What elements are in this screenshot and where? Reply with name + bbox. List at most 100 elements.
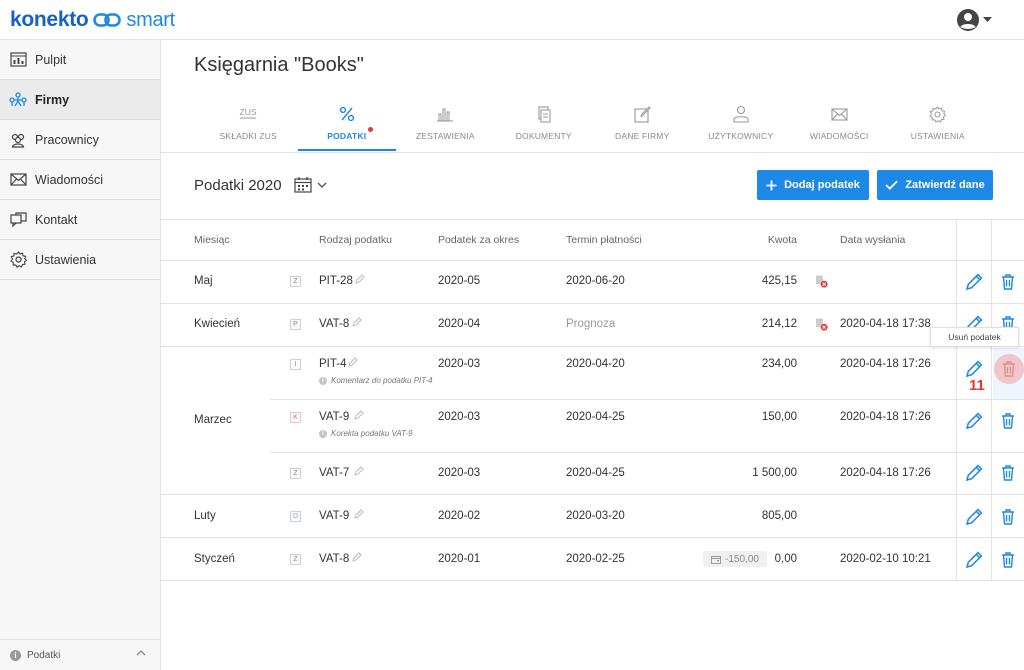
edit-tax-icon[interactable] bbox=[964, 272, 984, 292]
edit-pencil-icon[interactable] bbox=[354, 509, 364, 519]
dashboard-icon bbox=[9, 51, 27, 69]
header-amount: Kwota bbox=[767, 234, 797, 246]
logo-link-icon bbox=[93, 13, 122, 27]
cell-period: 2020-01 bbox=[438, 553, 481, 565]
sidebar-item-label: Kontakt bbox=[35, 212, 78, 227]
edit-pencil-icon[interactable] bbox=[352, 552, 362, 562]
sidebar-item-label: Wiadomości bbox=[35, 172, 104, 187]
subrow-divider bbox=[270, 452, 1024, 453]
header-sent-date: Data wysłania bbox=[840, 234, 906, 246]
info-icon: i bbox=[319, 376, 327, 385]
caret-down-icon bbox=[983, 17, 992, 22]
logo-text-left: konekto bbox=[10, 8, 89, 31]
cell-sent-date: 2020-04-18 17:26 bbox=[840, 411, 931, 423]
header-period: Podatek za okres bbox=[438, 234, 520, 246]
edit-pencil-icon[interactable] bbox=[348, 357, 358, 367]
cell-due-date: Prognoza bbox=[566, 318, 616, 330]
account-menu[interactable] bbox=[956, 8, 992, 32]
tab-bar: ZUS SKŁADKI ZUS PODATKI ZESTAWIENIA DOKU… bbox=[199, 98, 987, 152]
tab-skladki-zus[interactable]: ZUS SKŁADKI ZUS bbox=[199, 98, 298, 151]
tab-podatki[interactable]: PODATKI bbox=[297, 98, 397, 151]
tab-label: WIADOMOŚCI bbox=[809, 131, 869, 141]
cell-due-date: 2020-04-25 bbox=[566, 411, 625, 423]
zus-icon: ZUS bbox=[238, 104, 258, 124]
tab-label: DOKUMENTY bbox=[515, 131, 572, 141]
edit-pencil-icon[interactable] bbox=[354, 466, 364, 476]
documents-icon bbox=[536, 104, 552, 124]
logo-text-right: smart bbox=[126, 8, 175, 31]
calendar-icon bbox=[294, 177, 312, 193]
tax-category-badge: K bbox=[290, 412, 301, 423]
confirm-data-button[interactable]: Zatwierdź dane bbox=[877, 170, 993, 200]
chevron-up-icon bbox=[136, 650, 146, 656]
tax-category-badge: Z bbox=[290, 554, 301, 565]
edit-pencil-icon[interactable] bbox=[354, 410, 364, 420]
cell-amount: 425,15 bbox=[761, 275, 797, 287]
sidebar-item-pracownicy[interactable]: Pracownicy bbox=[0, 120, 160, 159]
companies-icon bbox=[9, 91, 27, 109]
sidebar: Pulpit Firmy Pracownicy Wiadomości Konta… bbox=[0, 40, 161, 670]
edit-pencil-icon[interactable] bbox=[352, 317, 362, 327]
edit-icon bbox=[634, 104, 651, 124]
cell-period: 2020-03 bbox=[438, 358, 481, 370]
sidebar-item-kontakt[interactable]: Kontakt bbox=[0, 200, 160, 239]
delete-tax-icon[interactable] bbox=[999, 359, 1019, 379]
chevron-down-icon bbox=[317, 182, 327, 188]
cell-tax-type: VAT-8 bbox=[319, 318, 350, 330]
tab-uzytkownicy[interactable]: UŻYTKOWNICY bbox=[692, 98, 791, 151]
year-picker[interactable] bbox=[294, 176, 327, 193]
info-icon: i bbox=[10, 649, 21, 661]
add-tax-button[interactable]: Dodaj podatek bbox=[757, 170, 869, 200]
sidebar-item-firmy[interactable]: Firmy bbox=[0, 80, 160, 119]
tax-category-badge: P bbox=[290, 319, 301, 330]
cell-sent-date: 2020-04-18 17:38 bbox=[840, 318, 931, 330]
cell-tax-type: VAT-9 bbox=[319, 510, 350, 522]
edit-pencil-icon[interactable] bbox=[355, 274, 365, 284]
cell-due-date: 2020-04-20 bbox=[566, 358, 625, 370]
tax-category-badge: Z bbox=[290, 468, 301, 479]
delete-tax-icon[interactable] bbox=[998, 411, 1018, 431]
cell-month: Luty bbox=[194, 510, 216, 522]
tab-dane-firmy[interactable]: DANE FIRMY bbox=[593, 98, 692, 151]
delete-tax-icon[interactable] bbox=[998, 272, 1018, 292]
delete-tax-icon[interactable] bbox=[998, 463, 1018, 483]
edit-tax-icon[interactable] bbox=[964, 463, 984, 483]
tax-category-badge: Z bbox=[290, 276, 301, 287]
tab-wiadomosci[interactable]: WIADOMOŚCI bbox=[790, 98, 889, 151]
sidebar-footer-label: Podatki bbox=[27, 649, 61, 661]
confirm-data-button-label: Zatwierdź dane bbox=[905, 179, 985, 191]
edit-tax-icon[interactable] bbox=[964, 550, 984, 570]
row-divider bbox=[161, 494, 1024, 495]
plus-icon bbox=[766, 180, 777, 190]
delete-tax-icon[interactable] bbox=[998, 507, 1018, 527]
tab-dokumenty[interactable]: DOKUMENTY bbox=[495, 98, 594, 151]
tax-comment: i Korekta podatku VAT-9 bbox=[319, 429, 412, 438]
cell-tax-type: VAT-9 bbox=[319, 411, 350, 423]
sidebar-item-wiadomosci[interactable]: Wiadomości bbox=[0, 160, 160, 199]
cell-sent-date: 2020-04-18 17:26 bbox=[840, 358, 931, 370]
header-divider bbox=[161, 260, 1024, 261]
cell-sent-date: 2020-02-10 10:21 bbox=[840, 553, 931, 565]
sidebar-item-label: Pracownicy bbox=[35, 132, 99, 147]
sidebar-footer[interactable]: i Podatki bbox=[0, 639, 160, 670]
row-divider bbox=[161, 303, 1024, 304]
check-icon bbox=[885, 180, 898, 190]
app-logo[interactable]: konekto smart bbox=[10, 8, 175, 32]
svg-text:ZUS: ZUS bbox=[240, 107, 257, 117]
cell-amount: 234,00 bbox=[761, 358, 797, 370]
table-top-border bbox=[161, 219, 1024, 220]
edit-tax-icon[interactable] bbox=[964, 411, 984, 431]
tab-ustawienia[interactable]: USTAWIENIA bbox=[889, 98, 988, 151]
sidebar-item-pulpit[interactable]: Pulpit bbox=[0, 40, 160, 79]
gear-icon bbox=[929, 104, 947, 124]
edit-tax-icon[interactable] bbox=[964, 507, 984, 527]
tab-label: USTAWIENIA bbox=[910, 131, 965, 141]
delete-tax-icon[interactable] bbox=[998, 550, 1018, 570]
edit-tax-icon[interactable] bbox=[964, 359, 984, 379]
cell-period: 2020-02 bbox=[438, 510, 481, 522]
not-sent-icon bbox=[816, 318, 828, 331]
tax-comment-text: Komentarz do podatku PIT-4 bbox=[331, 376, 433, 385]
tab-label: PODATKI bbox=[327, 131, 367, 141]
tab-zestawienia[interactable]: ZESTAWIENIA bbox=[396, 98, 495, 151]
sidebar-item-ustawienia[interactable]: Ustawienia bbox=[0, 240, 160, 279]
